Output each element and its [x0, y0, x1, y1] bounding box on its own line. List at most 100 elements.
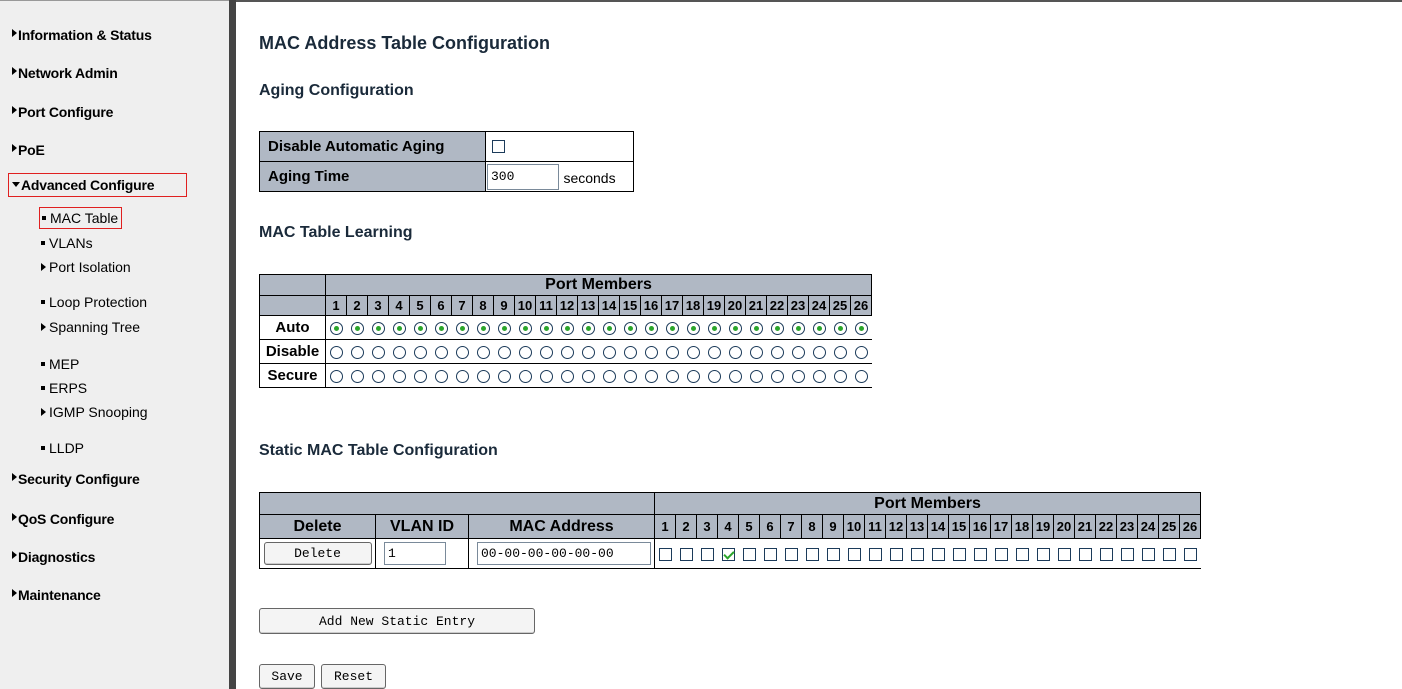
learning-mode-radio[interactable]: [560, 346, 574, 360]
reset-button[interactable]: Reset: [321, 664, 386, 689]
learning-mode-radio[interactable]: [560, 370, 574, 384]
learning-mode-radio[interactable]: [371, 370, 385, 384]
learning-mode-radio[interactable]: [833, 322, 847, 336]
learning-mode-radio[interactable]: [434, 370, 448, 384]
learning-mode-radio[interactable]: [518, 322, 532, 336]
subnav-vlans[interactable]: VLANs: [41, 235, 93, 251]
learning-mode-radio[interactable]: [392, 370, 406, 384]
port-member-checkbox[interactable]: [763, 547, 777, 561]
port-member-checkbox[interactable]: [1120, 547, 1134, 561]
learning-mode-radio[interactable]: [686, 370, 700, 384]
learning-mode-radio[interactable]: [350, 370, 364, 384]
learning-mode-radio[interactable]: [539, 370, 553, 384]
learning-mode-radio[interactable]: [854, 322, 868, 336]
port-member-checkbox[interactable]: [889, 547, 903, 561]
learning-mode-radio[interactable]: [623, 322, 637, 336]
save-button[interactable]: Save: [259, 664, 315, 689]
learning-mode-radio[interactable]: [602, 370, 616, 384]
port-member-checkbox[interactable]: [910, 547, 924, 561]
add-new-static-entry-button[interactable]: Add New Static Entry: [259, 608, 535, 634]
learning-mode-radio[interactable]: [371, 346, 385, 360]
learning-mode-radio[interactable]: [833, 370, 847, 384]
learning-mode-radio[interactable]: [434, 322, 448, 336]
subnav-loop-protection[interactable]: Loop Protection: [41, 294, 147, 310]
learning-mode-radio[interactable]: [791, 370, 805, 384]
learning-mode-radio[interactable]: [518, 370, 532, 384]
subnav-spanning-tree[interactable]: Spanning Tree: [41, 319, 140, 335]
port-member-checkbox[interactable]: [1036, 547, 1050, 561]
learning-mode-radio[interactable]: [581, 370, 595, 384]
port-member-checkbox[interactable]: [994, 547, 1008, 561]
learning-mode-radio[interactable]: [497, 346, 511, 360]
nav-security-configure[interactable]: Security Configure: [12, 471, 140, 487]
learning-mode-radio[interactable]: [812, 370, 826, 384]
learning-mode-radio[interactable]: [602, 322, 616, 336]
delete-entry-button[interactable]: Delete: [263, 542, 372, 565]
learning-mode-radio[interactable]: [539, 322, 553, 336]
learning-mode-radio[interactable]: [497, 322, 511, 336]
learning-mode-radio[interactable]: [497, 370, 511, 384]
learning-mode-radio[interactable]: [581, 322, 595, 336]
learning-mode-radio[interactable]: [392, 346, 406, 360]
learning-mode-radio[interactable]: [749, 370, 763, 384]
learning-mode-radio[interactable]: [854, 370, 868, 384]
learning-mode-radio[interactable]: [749, 346, 763, 360]
learning-mode-radio[interactable]: [770, 322, 784, 336]
port-member-checkbox[interactable]: [952, 547, 966, 561]
learning-mode-radio[interactable]: [476, 346, 490, 360]
port-member-checkbox[interactable]: [868, 547, 882, 561]
port-member-checkbox[interactable]: [742, 547, 756, 561]
port-member-checkbox[interactable]: [973, 547, 987, 561]
learning-mode-radio[interactable]: [854, 346, 868, 360]
learning-mode-radio[interactable]: [812, 322, 826, 336]
learning-mode-radio[interactable]: [560, 322, 574, 336]
learning-mode-radio[interactable]: [707, 322, 721, 336]
learning-mode-radio[interactable]: [644, 370, 658, 384]
learning-mode-radio[interactable]: [581, 346, 595, 360]
learning-mode-radio[interactable]: [434, 346, 448, 360]
port-member-checkbox[interactable]: [1015, 547, 1029, 561]
learning-mode-radio[interactable]: [749, 322, 763, 336]
port-member-checkbox[interactable]: [1162, 547, 1176, 561]
learning-mode-radio[interactable]: [455, 322, 469, 336]
learning-mode-radio[interactable]: [686, 322, 700, 336]
learning-mode-radio[interactable]: [707, 370, 721, 384]
learning-mode-radio[interactable]: [623, 370, 637, 384]
learning-mode-radio[interactable]: [665, 322, 679, 336]
port-member-checkbox[interactable]: [1057, 547, 1071, 561]
port-member-checkbox[interactable]: [1099, 547, 1113, 561]
learning-mode-radio[interactable]: [770, 370, 784, 384]
learning-mode-radio[interactable]: [728, 370, 742, 384]
subnav-lldp[interactable]: LLDP: [41, 440, 84, 456]
vlan-id-input[interactable]: [384, 542, 446, 565]
learning-mode-radio[interactable]: [665, 370, 679, 384]
learning-mode-radio[interactable]: [623, 346, 637, 360]
learning-mode-radio[interactable]: [770, 346, 784, 360]
nav-diagnostics[interactable]: Diagnostics: [12, 549, 95, 565]
learning-mode-radio[interactable]: [413, 322, 427, 336]
learning-mode-radio[interactable]: [455, 346, 469, 360]
nav-advanced-configure[interactable]: Advanced Configure: [7, 173, 188, 197]
learning-mode-radio[interactable]: [476, 370, 490, 384]
subnav-erps[interactable]: ERPS: [41, 380, 87, 396]
port-member-checkbox[interactable]: [1141, 547, 1155, 561]
disable-aging-checkbox[interactable]: [492, 139, 505, 153]
learning-mode-radio[interactable]: [329, 346, 343, 360]
learning-mode-radio[interactable]: [728, 346, 742, 360]
nav-information-status[interactable]: Information & Status: [12, 27, 152, 43]
port-member-checkbox[interactable]: [784, 547, 798, 561]
port-member-checkbox[interactable]: [805, 547, 819, 561]
learning-mode-radio[interactable]: [686, 346, 700, 360]
learning-mode-radio[interactable]: [833, 346, 847, 360]
nav-poe[interactable]: PoE: [12, 142, 45, 158]
learning-mode-radio[interactable]: [644, 322, 658, 336]
learning-mode-radio[interactable]: [707, 346, 721, 360]
port-member-checkbox[interactable]: [700, 547, 714, 561]
learning-mode-radio[interactable]: [329, 370, 343, 384]
nav-qos-configure[interactable]: QoS Configure: [12, 511, 114, 527]
learning-mode-radio[interactable]: [791, 322, 805, 336]
learning-mode-radio[interactable]: [413, 346, 427, 360]
subnav-port-isolation[interactable]: Port Isolation: [41, 259, 131, 275]
port-member-checkbox[interactable]: [1183, 547, 1197, 561]
port-member-checkbox[interactable]: [658, 547, 672, 561]
